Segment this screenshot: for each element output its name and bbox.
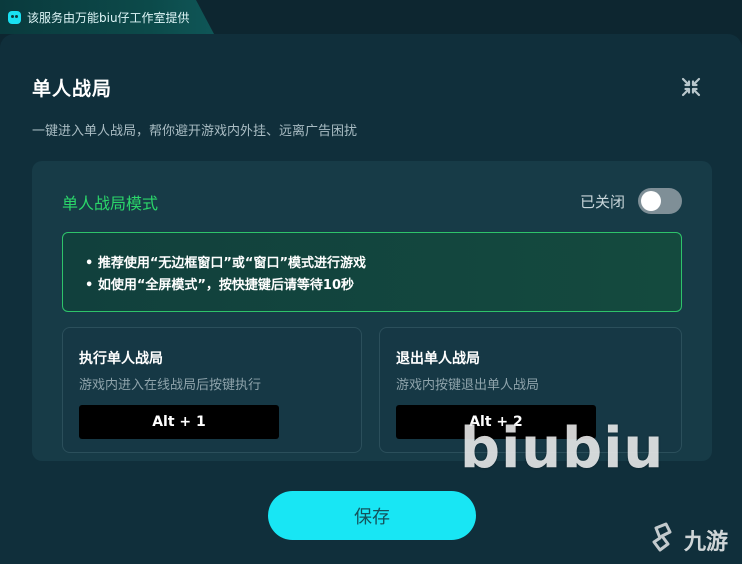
exit-session-description: 游戏内按键退出单人战局 bbox=[396, 378, 540, 393]
site-logo-icon: 九游 bbox=[652, 522, 728, 555]
tips-box: • 推荐使用“无边框窗口”或“窗口”模式进行游戏 • 如使用“全屏模式”，按快捷… bbox=[62, 232, 682, 312]
tip-line: • 推荐使用“无边框窗口”或“窗口”模式进行游戏 bbox=[85, 256, 367, 271]
panel-title: 单人战局 bbox=[32, 78, 113, 100]
biu-logo-icon bbox=[8, 10, 21, 24]
mode-toggle[interactable] bbox=[638, 188, 682, 214]
provider-text: 该服务由万能biu仔工作室提供 bbox=[27, 10, 190, 25]
panel-description: 一键进入单人战局，帮你避开游戏内外挂、远离广告困扰 bbox=[32, 124, 358, 139]
enter-session-hotkey[interactable]: Alt + 1 bbox=[79, 405, 279, 439]
biubiu-watermark: biubiu bbox=[460, 416, 665, 481]
site-watermark: 九游 bbox=[650, 520, 740, 560]
site-watermark-text: 九游 bbox=[683, 529, 728, 555]
save-button[interactable]: 保存 bbox=[268, 491, 476, 540]
close-icon bbox=[681, 77, 701, 97]
single-session-panel: 单人战局 一键进入单人战局，帮你避开游戏内外挂、远离广告困扰 单人战局模式 已关… bbox=[0, 34, 742, 564]
app-window: 该服务由万能biu仔工作室提供 单人战局 一键进入单人战局，帮你避开游戏内外挂、… bbox=[0, 0, 742, 564]
close-button[interactable] bbox=[680, 76, 702, 98]
toggle-knob bbox=[641, 191, 661, 211]
mode-status: 已关闭 bbox=[580, 193, 626, 211]
enter-session-box: 执行单人战局 游戏内进入在线战局后按键执行 Alt + 1 bbox=[62, 327, 362, 453]
enter-session-description: 游戏内进入在线战局后按键执行 bbox=[79, 378, 262, 393]
exit-session-title: 退出单人战局 bbox=[396, 351, 480, 367]
mode-title: 单人战局模式 bbox=[62, 194, 159, 213]
tip-line: • 如使用“全屏模式”，按快捷键后请等待10秒 bbox=[85, 278, 355, 293]
enter-session-title: 执行单人战局 bbox=[79, 351, 163, 367]
provider-tab: 该服务由万能biu仔工作室提供 bbox=[0, 0, 214, 34]
